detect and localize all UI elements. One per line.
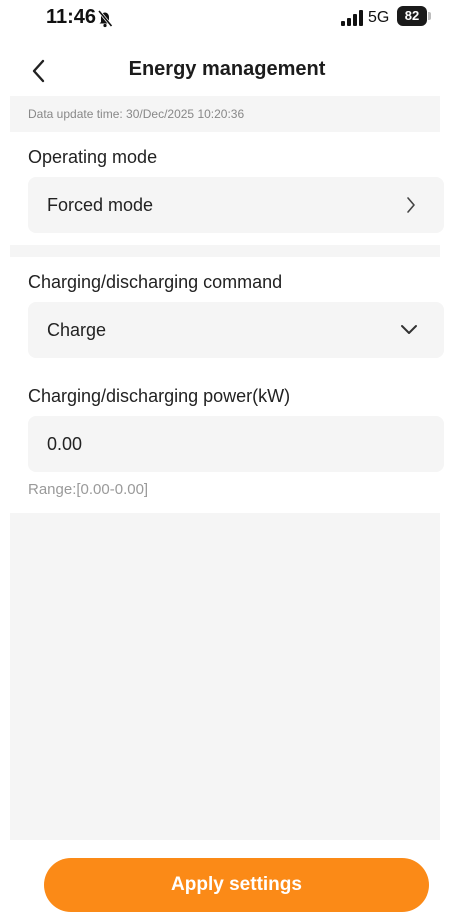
battery-indicator: 82: [397, 6, 427, 26]
operating-mode-value: Forced mode: [47, 194, 154, 215]
chevron-right-icon: [407, 197, 415, 213]
battery-tip: [428, 12, 431, 20]
update-time-bar: Data update time: 30/Dec/2025 10:20:36: [10, 96, 440, 132]
command-value: Charge: [47, 319, 107, 340]
section-divider: [10, 245, 440, 257]
power-range-hint: Range:[0.00-0.00]: [28, 481, 149, 498]
power-input[interactable]: [28, 416, 444, 472]
operating-mode-selector[interactable]: Forced mode: [28, 177, 444, 233]
power-label: Charging/discharging power(kW): [28, 386, 291, 406]
apply-settings-button[interactable]: Apply settings: [44, 858, 429, 912]
nav-bar: Energy management: [0, 50, 454, 94]
status-bar: 11:46 5G 82: [0, 0, 454, 40]
command-dropdown[interactable]: Charge: [28, 302, 444, 358]
status-time: 11:46: [46, 6, 97, 28]
bell-slash-icon: [97, 10, 113, 28]
back-button[interactable]: [24, 56, 54, 86]
chevron-left-icon: [32, 59, 45, 83]
network-label: 5G: [368, 9, 390, 26]
signal-icon: [341, 10, 363, 26]
operating-mode-label: Operating mode: [28, 147, 158, 167]
page-title: Energy management: [128, 58, 326, 80]
empty-content-area: [10, 513, 440, 840]
chevron-down-icon: [401, 325, 417, 334]
command-label: Charging/discharging command: [28, 272, 283, 292]
